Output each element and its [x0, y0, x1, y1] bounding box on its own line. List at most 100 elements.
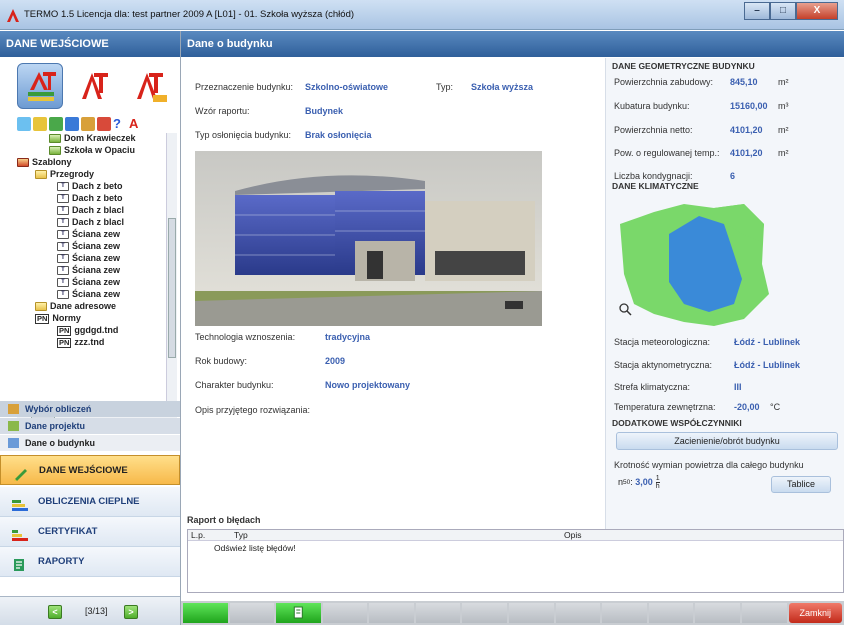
nav-obliczenia-cieplne[interactable]: OBLICZENIA CIEPLNE [0, 487, 180, 517]
tree-item-label: Dach z blacl [72, 205, 125, 215]
tree-item[interactable]: Dom Krawieczek [49, 133, 136, 144]
tree-item[interactable]: T Dach z beto [57, 193, 123, 204]
wzor-raportu-label: Wzór raportu: [195, 106, 250, 116]
tree-item[interactable]: T Ściana zew [57, 229, 120, 240]
stacja-akt-value[interactable]: Łódź - Lublinek [734, 360, 800, 370]
main-panel-header: Dane o budynku [181, 31, 844, 57]
next-page-button[interactable]: > [124, 605, 138, 619]
close-window-button[interactable]: X [796, 2, 838, 20]
tree-item[interactable]: T Ściana zew [57, 253, 120, 264]
maximize-button[interactable]: □ [770, 2, 796, 20]
tree-item-label: Ściana zew [72, 289, 121, 299]
tree-item-label: Ściana zew [72, 253, 121, 263]
tree-item-label: Dach z blacl [72, 217, 125, 227]
geometry-value[interactable]: 6 [730, 171, 735, 181]
tree-item-label: Ściana zew [72, 265, 121, 275]
save-as-icon[interactable] [65, 117, 79, 131]
status-segment-8 [509, 603, 554, 623]
temp-value: -20,00 [734, 402, 760, 412]
tree-item[interactable]: T Ściana zew [57, 277, 120, 288]
technologia-value[interactable]: tradycyjna [325, 332, 370, 342]
subnav-dane-projektu[interactable]: Dane projektu [0, 418, 180, 434]
red-book-icon [17, 158, 29, 167]
tree-item[interactable]: PN Normy [35, 313, 81, 324]
przeznaczenie-value[interactable]: Szkolno-oświatowe [305, 82, 388, 92]
subnav-wybor-obliczen[interactable]: Wybór obliczeń [0, 401, 180, 417]
geometry-value[interactable]: 4101,20 [730, 125, 763, 135]
nav-certyfikat[interactable]: CERTYFIKAT [0, 517, 180, 547]
nav-dane-wejsciowe[interactable]: DANE WEJŚCIOWE [0, 455, 180, 485]
tree-item[interactable]: T Dach z blacl [57, 205, 124, 216]
error-report-title: Raport o błędach [187, 515, 261, 525]
tablice-button[interactable]: Tablice [771, 476, 831, 493]
mode-a-button[interactable] [72, 63, 118, 109]
refresh-errors-row[interactable]: Odśwież listę błędów! [214, 543, 296, 553]
oslona-value[interactable]: Brak osłonięcia [305, 130, 372, 140]
typ-value[interactable]: Szkoła wyższa [471, 82, 533, 92]
geometry-value[interactable]: 15160,00 [730, 101, 768, 111]
tree-item[interactable]: T Ściana zew [57, 289, 120, 300]
col-lp[interactable]: L.p. [191, 530, 205, 540]
document-button[interactable] [276, 603, 321, 623]
subnav-dane-o-budynku[interactable]: Dane o budynku [0, 435, 180, 451]
tree-item[interactable]: PN ggdgd.tnd [57, 325, 118, 336]
geometry-label: Liczba kondygnacji: [614, 171, 693, 181]
prev-page-button[interactable]: < [48, 605, 62, 619]
export-icon[interactable] [81, 117, 95, 131]
charakter-value[interactable]: Nowo projektowany [325, 380, 410, 390]
template-icon: T [57, 254, 69, 263]
col-opis[interactable]: Opis [564, 530, 581, 540]
main-panel: Dane o budynku Przeznaczenie budynku: Sz… [181, 31, 844, 625]
tree-item[interactable]: T Dach z beto [57, 181, 123, 192]
open-icon[interactable] [33, 117, 47, 131]
tree-item[interactable]: Szkoła w Opaciu [49, 145, 135, 156]
status-segment-5 [369, 603, 414, 623]
tree-item[interactable]: T Ściana zew [57, 265, 120, 276]
col-typ[interactable]: Typ [234, 530, 248, 540]
template-icon: T [57, 290, 69, 299]
tree-item[interactable]: PN zzz.tnd [57, 337, 104, 348]
tree-item[interactable]: Przegrody [35, 169, 94, 180]
mode-standard-button[interactable] [17, 63, 63, 109]
zacienienie-button[interactable]: Zacienienie/obrót budynku [616, 432, 838, 450]
folder-icon [35, 170, 47, 179]
reports-icon [12, 555, 28, 571]
calc-icon [8, 404, 19, 414]
tree-item[interactable]: T Dach z blacl [57, 217, 124, 228]
stacja-met-value[interactable]: Łódź - Lublinek [734, 337, 800, 347]
template-icon: T [57, 266, 69, 275]
nav-raporty[interactable]: RAPORTY [0, 547, 180, 577]
n50-field[interactable]: n 50: 3,00 1 h [618, 472, 660, 492]
tree-item-label: Normy [52, 313, 81, 323]
delete-icon[interactable] [97, 117, 111, 131]
minimize-button[interactable]: – [744, 2, 770, 20]
geometry-value[interactable]: 845,10 [730, 77, 758, 87]
tree-item-label: Przegrody [50, 169, 95, 179]
save-icon[interactable] [49, 117, 63, 131]
green-doc-icon [49, 134, 61, 143]
n50-value: 3,00 [635, 477, 653, 487]
error-table-header: L.p. Typ Opis [188, 530, 843, 541]
tree-item[interactable]: T Ściana zew [57, 241, 120, 252]
zamknij-button[interactable]: Zamknij [788, 603, 843, 623]
zoom-icon[interactable] [618, 302, 632, 316]
help-icon[interactable]: ? [113, 117, 127, 131]
tree-vertical-scrollbar[interactable] [166, 133, 177, 403]
termo-logo-small-icon[interactable]: A [129, 117, 143, 131]
tree-item[interactable]: Dane adresowe [35, 301, 116, 312]
geometry-unit: m² [778, 125, 789, 135]
rok-budowy-value[interactable]: 2009 [325, 356, 345, 366]
tree-item-label: zzz.tnd [74, 337, 105, 347]
geometry-label: Kubatura budynku: [614, 101, 690, 111]
left-panel-header: DANE WEJŚCIOWE [0, 31, 180, 57]
tree-item-label: Ściana zew [72, 277, 121, 287]
climate-map[interactable] [614, 194, 774, 334]
geometry-value[interactable]: 4101,20 [730, 148, 763, 158]
tree-item[interactable]: Szablony [17, 157, 72, 168]
mode-pro-button[interactable] [127, 63, 173, 109]
window-title: TERMO 1.5 Licencja dla: test partner 200… [24, 9, 355, 20]
new-icon[interactable] [17, 117, 31, 131]
tree-item-label: Ściana zew [72, 229, 121, 239]
status-segment-1 [183, 603, 228, 623]
wzor-raportu-value[interactable]: Budynek [305, 106, 343, 116]
